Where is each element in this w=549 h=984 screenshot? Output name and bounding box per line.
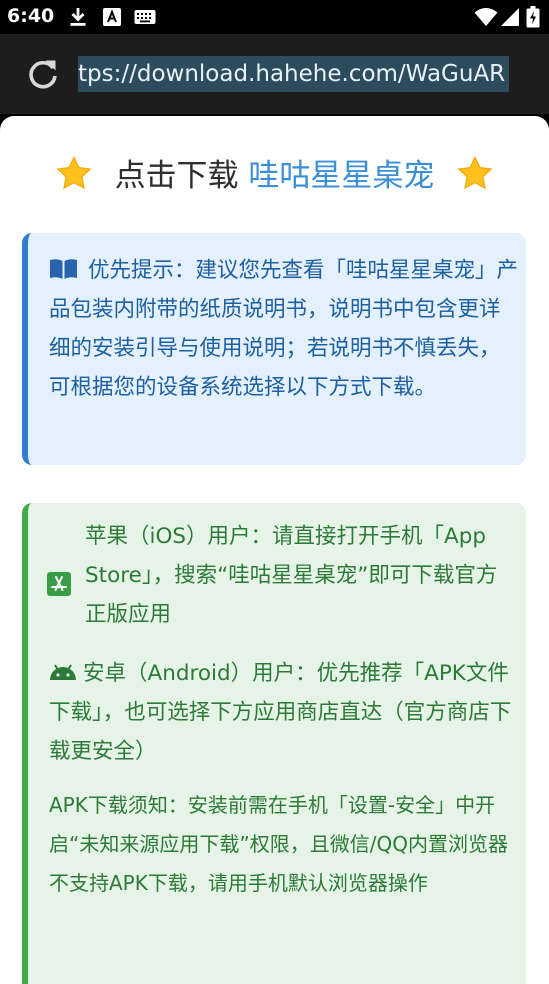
star-icon (457, 155, 493, 190)
android-text: 安卓（Android）用户：优先推荐「APK文件下载」，也可选择下方应用商店直达… (49, 661, 512, 764)
star-icon (56, 155, 92, 190)
android-instructions: 安卓（Android）用户：优先推荐「APK文件下载」，也可选择下方应用商店直达… (49, 654, 519, 771)
app-store-icon (47, 572, 71, 596)
apk-download-notice: APK下载须知：安装前需在手机「设置-安全」中开启“未知来源应用下载”权限，且微… (49, 793, 508, 895)
browser-url-bar: tps://download.hahehe.com/WaGuAR (0, 34, 549, 138)
battery-icon (526, 6, 540, 28)
priority-notice: 优先提示：建议您先查看「哇咕星星桌宠」产品包装内附带的纸质说明书，说明书中包含更… (22, 233, 526, 465)
cell-signal-icon (501, 8, 519, 26)
download-guide: 苹果（iOS）用户：请直接打开手机「App Store」，搜索“哇咕星星桌宠”即… (22, 503, 526, 984)
wifi-icon (474, 8, 498, 26)
download-icon (70, 8, 86, 26)
notice-text: 优先提示：建议您先查看「哇咕星星桌宠」产品包装内附带的纸质说明书，说明书中包含更… (49, 258, 519, 400)
title-product-name: 哇咕星星桌宠 (248, 158, 435, 194)
ios-text: 苹果（iOS）用户：请直接打开手机「App Store」，搜索“哇咕星星桌宠”即… (85, 524, 498, 627)
url-text[interactable]: tps://download.hahehe.com/WaGuAR (78, 56, 510, 92)
status-bar: 6:40 (0, 0, 549, 34)
page-content: 点击下载 哇咕星星桌宠 优先提示：建议您先查看「哇咕星星桌宠」产品包装内附带的纸… (0, 116, 549, 984)
reload-icon[interactable] (26, 57, 60, 91)
notice-paragraph: 优先提示：建议您先查看「哇咕星星桌宠」产品包装内附带的纸质说明书，说明书中包含更… (49, 251, 519, 407)
url-field[interactable]: tps://download.hahehe.com/WaGuAR (78, 56, 540, 94)
keyboard-icon (134, 10, 156, 24)
a-badge-icon (103, 8, 121, 26)
android-icon (50, 664, 76, 680)
page-title: 点击下载 哇咕星星桌宠 (0, 150, 549, 195)
book-icon (50, 259, 77, 279)
status-time: 6:40 (7, 5, 55, 27)
title-prefix: 点击下载 (114, 158, 239, 194)
